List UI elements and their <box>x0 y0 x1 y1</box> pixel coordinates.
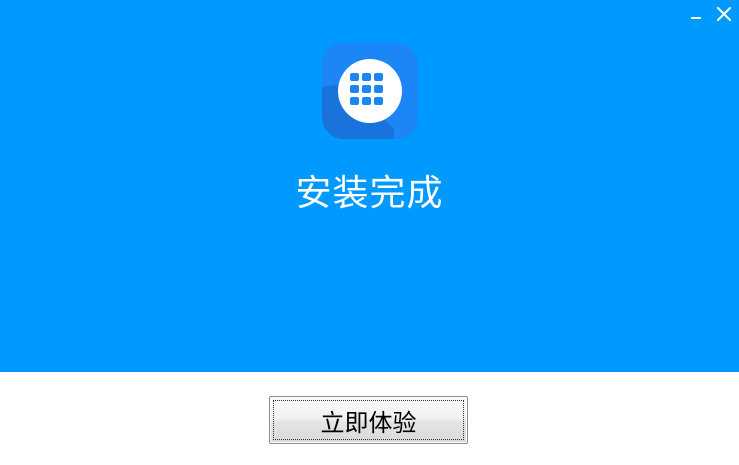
window-controls <box>685 4 735 24</box>
minimize-icon <box>691 17 701 19</box>
install-complete-title: 安装完成 <box>295 173 444 214</box>
close-icon <box>717 7 731 21</box>
try-now-button[interactable]: 立即体验 <box>269 396 468 444</box>
footer-bar: 立即体验 <box>0 372 739 465</box>
header-panel: 安装完成 <box>0 0 739 372</box>
keyboard-grid-icon <box>322 43 418 139</box>
try-now-button-label: 立即体验 <box>320 408 417 437</box>
installer-window: 安装完成 立即体验 <box>0 0 739 465</box>
minimize-button[interactable] <box>685 4 707 24</box>
app-logo <box>322 43 418 139</box>
close-button[interactable] <box>713 4 735 24</box>
